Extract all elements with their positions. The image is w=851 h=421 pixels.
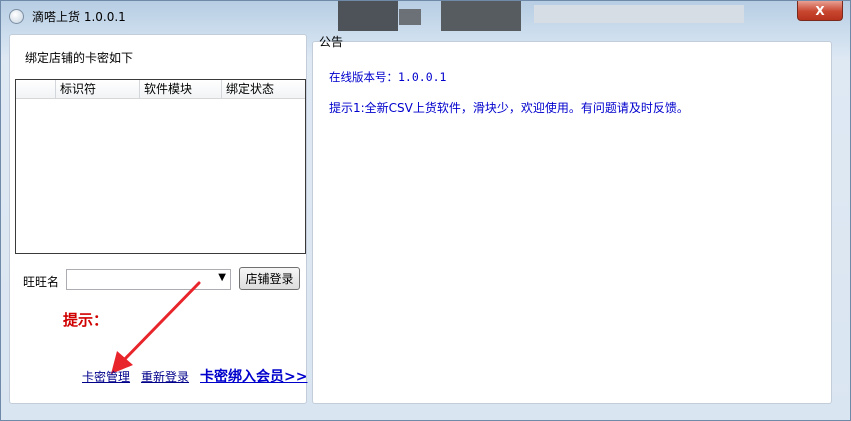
- announcement-tip-text: 提示1:全新CSV上货软件，滑块少，欢迎使用。有问题请及时反馈。: [329, 101, 689, 115]
- column-header-status[interactable]: 绑定状态: [222, 80, 305, 99]
- relogin-link[interactable]: 重新登录: [141, 368, 189, 385]
- store-login-button[interactable]: 店铺登录: [239, 267, 300, 290]
- close-button[interactable]: X: [797, 1, 843, 21]
- background-window-fragment: [399, 9, 421, 25]
- bind-member-link[interactable]: 卡密绑入会员>>: [200, 366, 307, 386]
- announcement-panel: [312, 41, 832, 404]
- red-arrow-annotation: [111, 281, 201, 374]
- announcement-title: 公告: [319, 35, 344, 49]
- card-list-table[interactable]: 标识符 软件模块 绑定状态: [15, 79, 306, 254]
- dropdown-arrow-icon[interactable]: ▼: [218, 272, 226, 283]
- column-header-module[interactable]: 软件模块: [140, 80, 222, 99]
- app-window: 滴嗒上货 1.0.0.1 X 绑定店铺的卡密如下 标识符 软件模块 绑定状态 旺…: [0, 0, 851, 421]
- column-header-id[interactable]: 标识符: [56, 80, 140, 99]
- title-bar[interactable]: 滴嗒上货 1.0.0.1 X: [1, 1, 850, 31]
- card-manage-link[interactable]: 卡密管理: [82, 368, 130, 385]
- background-window-fragment: [338, 1, 398, 31]
- table-header-select[interactable]: [16, 80, 56, 99]
- app-icon: [9, 9, 24, 24]
- window-title: 滴嗒上货 1.0.0.1: [32, 10, 126, 24]
- close-icon: X: [815, 3, 825, 18]
- wangwang-label: 旺旺名: [23, 275, 60, 289]
- card-binding-heading: 绑定店铺的卡密如下: [25, 51, 134, 65]
- table-header: 标识符 软件模块 绑定状态: [16, 80, 305, 99]
- background-window-fragment: [534, 5, 744, 23]
- background-window-fragment: [441, 1, 521, 31]
- online-version-text: 在线版本号：1.0.0.1: [329, 70, 447, 84]
